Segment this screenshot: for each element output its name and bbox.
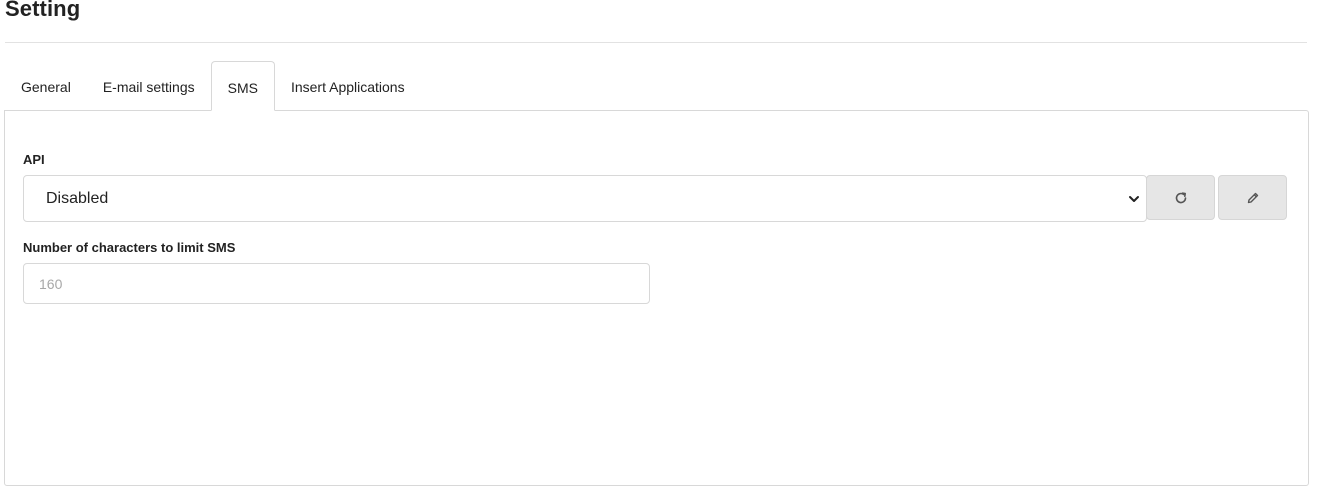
tab-sms[interactable]: SMS: [210, 61, 275, 111]
tab-general[interactable]: General: [5, 61, 87, 111]
char-limit-input[interactable]: [23, 263, 650, 304]
tab-email-settings[interactable]: E-mail settings: [87, 61, 211, 111]
tab-bar: General E-mail settings SMS Insert Appli…: [5, 61, 421, 111]
char-limit-label: Number of characters to limit SMS: [23, 240, 236, 255]
api-selected-value: Disabled: [46, 190, 109, 207]
page-title: Setting: [5, 0, 81, 21]
refresh-button[interactable]: [1146, 175, 1215, 220]
api-select[interactable]: Disabled: [23, 175, 1147, 222]
title-divider: [5, 42, 1307, 43]
edit-button[interactable]: [1218, 175, 1287, 220]
pencil-icon: [1247, 192, 1258, 203]
sms-settings-panel: API Disabled Number of characters to lim…: [4, 110, 1309, 486]
refresh-icon: [1175, 191, 1186, 203]
chevron-down-icon: [1129, 196, 1139, 202]
tab-insert-applications[interactable]: Insert Applications: [275, 61, 421, 111]
api-label: API: [23, 152, 45, 167]
